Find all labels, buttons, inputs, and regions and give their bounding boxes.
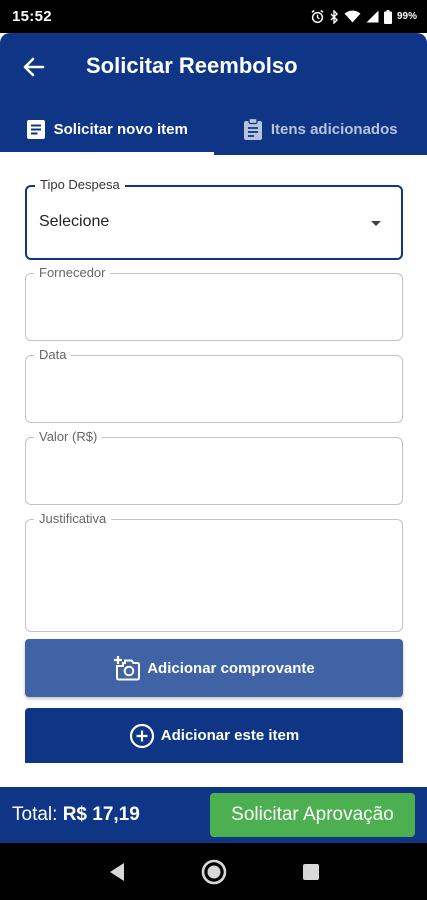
status-time: 15:52 bbox=[12, 8, 52, 25]
wifi-icon bbox=[344, 10, 361, 23]
app-bar: Solicitar Reembolso Solicitar novo item … bbox=[0, 33, 427, 155]
status-bar: 15:52 99% bbox=[0, 0, 427, 33]
justificativa-field[interactable]: Justificativa bbox=[25, 511, 403, 632]
tab-new-item[interactable]: Solicitar novo item bbox=[0, 103, 214, 155]
tipo-despesa-value: Selecione bbox=[39, 213, 110, 230]
tipo-despesa-label: Tipo Despesa bbox=[35, 177, 125, 192]
add-receipt-label: Adicionar comprovante bbox=[147, 659, 315, 677]
back-button[interactable] bbox=[18, 51, 50, 83]
add-circle-icon bbox=[129, 723, 154, 748]
total-amount: Total: R$ 17,19 bbox=[12, 804, 140, 826]
total-value: R$ 17,19 bbox=[62, 804, 140, 825]
nav-home-icon[interactable] bbox=[200, 858, 228, 886]
status-icons: 99% bbox=[310, 9, 417, 24]
page-title: Solicitar Reembolso bbox=[86, 53, 298, 78]
justificativa-label: Justificativa bbox=[34, 511, 112, 526]
add-item-label: Adicionar este item bbox=[160, 727, 300, 744]
tab-indicator bbox=[0, 152, 214, 155]
footer-bar: Total: R$ 17,19 Solicitar Aprovação bbox=[0, 787, 427, 843]
fornecedor-field[interactable]: Fornecedor bbox=[25, 265, 403, 341]
valor-label: Valor (R$) bbox=[34, 429, 103, 444]
back-arrow-icon bbox=[23, 57, 45, 77]
tab-added-items[interactable]: Itens adicionados bbox=[214, 103, 427, 155]
bluetooth-icon bbox=[330, 9, 338, 24]
add-photo-icon bbox=[114, 656, 141, 681]
tab-bar: Solicitar novo item Itens adicionados bbox=[0, 103, 427, 155]
tipo-despesa-select[interactable]: Tipo Despesa Selecione bbox=[25, 177, 403, 260]
tab-new-item-label: Solicitar novo item bbox=[53, 120, 188, 138]
dropdown-arrow-icon bbox=[371, 221, 381, 226]
request-approval-button[interactable]: Solicitar Aprovação bbox=[210, 793, 415, 837]
signal-icon bbox=[366, 10, 379, 23]
clipboard-icon bbox=[243, 117, 262, 140]
fornecedor-label: Fornecedor bbox=[34, 265, 111, 280]
nav-back-icon[interactable] bbox=[107, 861, 127, 883]
add-item-button[interactable]: Adicionar este item bbox=[25, 708, 403, 763]
alarm-icon bbox=[311, 9, 324, 24]
data-field[interactable]: Data bbox=[25, 347, 403, 423]
tab-added-items-label: Itens adicionados bbox=[270, 120, 398, 138]
add-receipt-button[interactable]: Adicionar comprovante bbox=[25, 639, 403, 697]
battery-percent: 99% bbox=[396, 11, 417, 22]
valor-field[interactable]: Valor (R$) bbox=[25, 429, 403, 505]
data-label: Data bbox=[34, 347, 72, 362]
battery-icon bbox=[383, 9, 392, 24]
system-nav-bar bbox=[0, 843, 427, 900]
total-label: Total: bbox=[12, 804, 63, 825]
nav-recents-icon[interactable] bbox=[302, 863, 320, 881]
document-icon bbox=[26, 119, 45, 139]
